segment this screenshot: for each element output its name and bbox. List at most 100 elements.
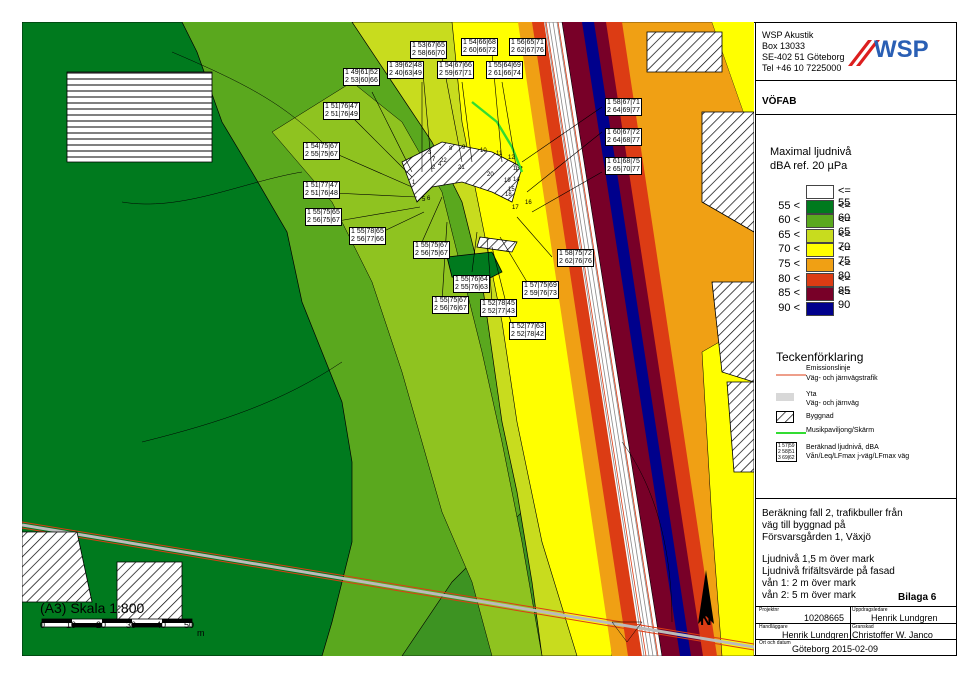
scale-bar [41,618,193,628]
legend-swatch [806,214,834,229]
receiver-label: 1 51|76|47 2 51|76|49 [323,102,360,120]
legend-class-lower: 85 < [778,287,800,300]
receiver-row: 2 40|63|49 [389,70,422,77]
company-name: WSP Akustik [762,30,814,40]
contour-number-label: 14 [513,177,520,183]
contour-number-label: 7 [432,157,436,163]
receiver-label: 1 53|67|65 2 58|66|70 [410,41,447,59]
receiver-row: 2 52|77|43 [482,308,515,315]
symbols-title: Teckenförklaring [776,350,864,364]
logo-text: WSP [874,36,929,63]
receiver-row: 2 56|75|67 [307,217,340,224]
contour-number-label: 11 [496,151,503,157]
receiver-row: 2 52|78|42 [511,331,544,338]
receiver-row: 2 64|69|77 [607,107,640,114]
description-line: Ljudnivå frifältsvärde på fasad [762,566,895,577]
receiver-row: 1 60|67|72 [607,129,640,136]
receiver-row: 2 53|60|66 [345,77,378,84]
contour-number-label: 9 [462,145,466,151]
company-phone: Tel +46 10 7225000 [762,63,842,73]
scale-tick-30: 30 [126,620,137,630]
receiver-row: 2 55|75|67 [305,151,338,158]
description-line: Försvarsgården 1, Växjö [762,532,871,543]
receiver-label: 1 52|77|63 2 52|78|42 [509,322,546,340]
receiver-row: 2 56|75|67 [415,250,448,257]
receiver-row: 1 54|66|68 [463,39,496,46]
symbol-screen-label: Musikpaviljong/Skärm [806,427,875,434]
contour-number-label: 17 [512,205,519,211]
receiver-row: 1 55|76|64 [455,276,488,283]
contour-number-label: 13 [513,166,520,172]
receiver-row: 1 39|62|48 [389,62,422,69]
receiver-label: 1 39|62|48 2 40|63|49 [387,61,424,79]
receiver-row: 2 59|76|73 [524,290,557,297]
legend-panel: WSP Akustik Box 13033 SE-402 51 Göteborg… [755,22,957,656]
receiver-label: 1 54|67|66 2 59|67|71 [437,61,474,79]
receiver-row: 2 62|67|76 [511,47,544,54]
receiver-label: 1 60|67|72 2 64|68|77 [605,128,642,146]
legend-swatch [806,185,834,199]
area-symbol [776,393,794,401]
legend-class-lower: 60 < [778,214,800,227]
legend-class-lower: 90 < [778,301,800,314]
contour-number-label: 18 [505,192,512,198]
receiver-row: 2 64|68|77 [607,137,640,144]
legend-class-upper: <= 90 [838,287,851,312]
legend-swatch [806,199,834,214]
receiver-label: 1 56|65|71 2 62|67|76 [509,38,546,56]
symbol-emission-sublabel: Väg- och järnvägstrafik [806,375,878,382]
receiver-row: 1 55|75|65 [307,209,340,216]
receiver-row: 1 56|65|71 [511,39,544,46]
contour-number-label: 6 [427,196,431,202]
contour-number-label: 10 [480,148,487,154]
contour-number-label: 12 [508,155,515,161]
receiver-row: 2 58|66|70 [412,50,445,57]
scale-label: (A3) Skala 1:800 [40,600,145,616]
receiver-row: 1 57|75|69 [524,282,557,289]
receiver-label: 1 55|78|65 2 56|77|66 [349,227,386,245]
legend-swatch [806,243,834,258]
contour-number-label: 21 [458,165,465,171]
contour-number-label: 16 [525,200,532,206]
description-line: vån 2: 5 m över mark [762,590,856,601]
description-line: Beräkning fall 2, trafikbuller från [762,508,903,519]
receiver-row: 1 58|67|71 [607,99,640,106]
contour-number-label: 1 [412,180,416,186]
legend-swatch [806,258,834,272]
company-box: Box 13033 [762,41,806,51]
receiver-row: 1 55|78|65 [351,228,384,235]
contour-number-label: 19 [504,178,511,184]
emission-line-symbol [776,374,806,376]
legend-swatch [806,301,834,316]
receiver-row: 2 60|66|72 [463,47,496,54]
legend-class-lower: 70 < [778,243,800,256]
contour-number-label: 8 [449,146,453,152]
project-number: 10208665 [804,613,845,623]
receiver-row: 1 52|77|63 [511,323,544,330]
building-symbol [776,411,794,423]
contour-number-label: 5 [422,197,426,203]
legend-swatch [806,228,834,243]
scale-tick-0: 0 [40,620,46,630]
contour-number-label: 2 [432,165,436,171]
receiver-label: 1 55|75|65 2 56|75|67 [305,208,342,226]
legend-title: Maximal ljudnivå [770,146,852,158]
north-label: N [700,612,712,629]
place-date: Göteborg 2015-02-09 [792,644,879,654]
description-line: väg till byggnad på [762,520,846,531]
client-name: VÖFAB [762,96,797,107]
receiver-label: 1 54|66|68 2 60|66|72 [461,38,498,56]
description-line: Ljudnivå 1,5 m över mark [762,554,875,565]
contour-number-label: 3 [428,150,432,156]
receiver-row: 2 56|77|66 [351,236,384,243]
receiver-row: 2 51|76|49 [325,111,358,118]
company-address: SE-402 51 Göteborg [762,52,845,62]
receiver-row: 2 61|66|74 [488,70,521,77]
receiver-row: 2 51|76|48 [305,190,338,197]
symbol-calc-label: Beräknad ljudnivå, dBA [806,444,879,451]
receiver-label: 1 55|75|67 2 56|76|67 [432,296,469,314]
legend-swatch [806,272,834,287]
receiver-row: 2 55|76|63 [455,284,488,291]
scale-tick-10: 10 [66,620,77,630]
receiver-row: 1 53|67|65 [412,42,445,49]
